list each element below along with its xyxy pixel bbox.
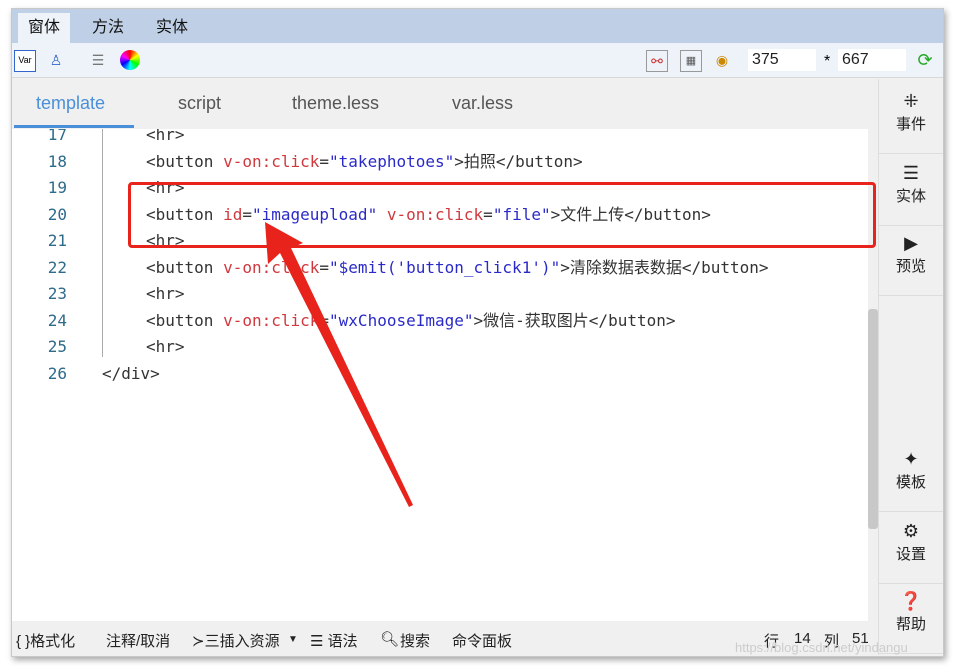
annotation-arrow	[265, 222, 413, 507]
watermark: https://blog.csdn.net/yindangu	[735, 640, 908, 655]
